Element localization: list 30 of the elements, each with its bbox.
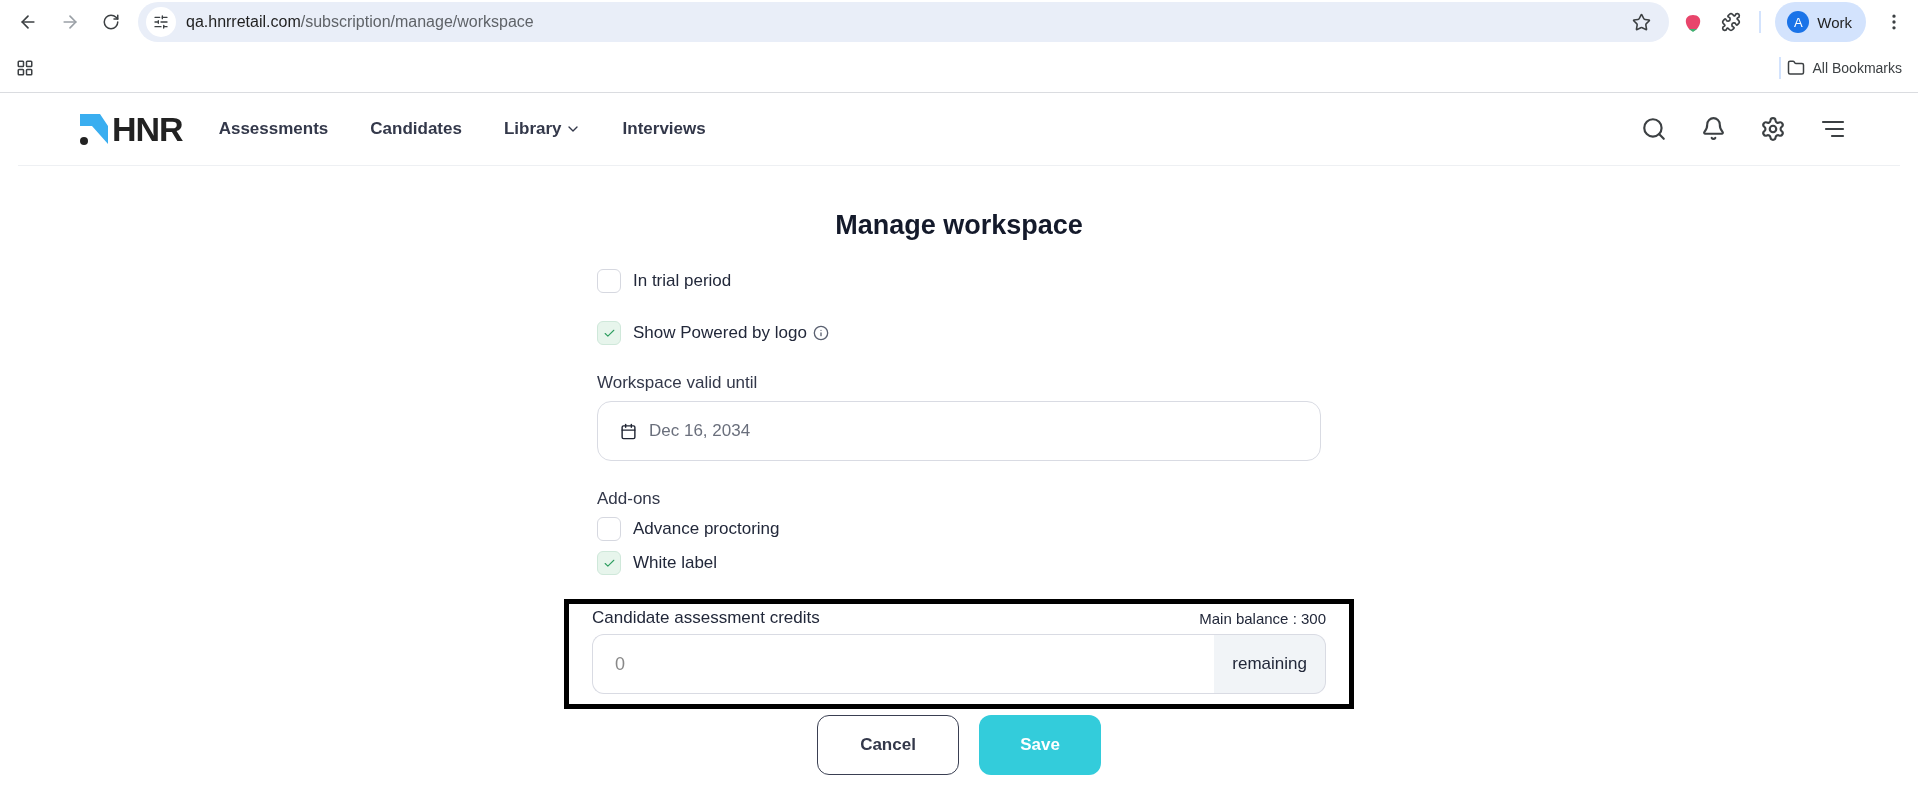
cancel-button[interactable]: Cancel [817,715,959,775]
date-field[interactable]: Dec 16, 2034 [597,401,1321,461]
balance-text: Main balance : 300 [1199,609,1326,627]
checkbox-label: Advance proctoring [633,519,780,539]
field-label: Workspace valid until [597,373,759,393]
calendar-icon [620,422,637,440]
url-text: qa.hnrretail.com/subscription/manage/workspace [186,13,535,31]
nav-link[interactable]: Assessments [216,115,331,143]
folder-icon [1786,59,1805,77]
checkbox[interactable] [597,321,621,345]
nav-link[interactable]: Interviews [620,115,708,143]
checkbox[interactable] [597,517,621,541]
checkbox[interactable] [597,269,621,293]
checkbox-label: White label [633,553,718,573]
profile-button[interactable]: A Work [1775,2,1866,42]
bookmarks-button[interactable]: All Bookmarks [1780,58,1908,78]
field-label: Candidate assessment credits [592,608,820,628]
section-label: Add-ons [597,489,662,509]
logo-text: HNR [112,109,183,149]
checkbox[interactable] [597,551,621,575]
page-title: Manage workspace [835,210,1083,241]
checkbox-label: Show Powered by logo [633,323,807,343]
checkbox-label: In trial period [633,271,732,291]
logo-icon [78,112,110,146]
address-bar[interactable]: qa.hnrretail.com/subscription/manage/workspace [138,2,1670,42]
info-icon [812,325,829,341]
site-settings-icon[interactable] [146,7,176,37]
nav-link[interactable]: Library [501,115,583,143]
nav-link[interactable]: Candidates [368,115,464,143]
avatar: A [1787,11,1810,33]
